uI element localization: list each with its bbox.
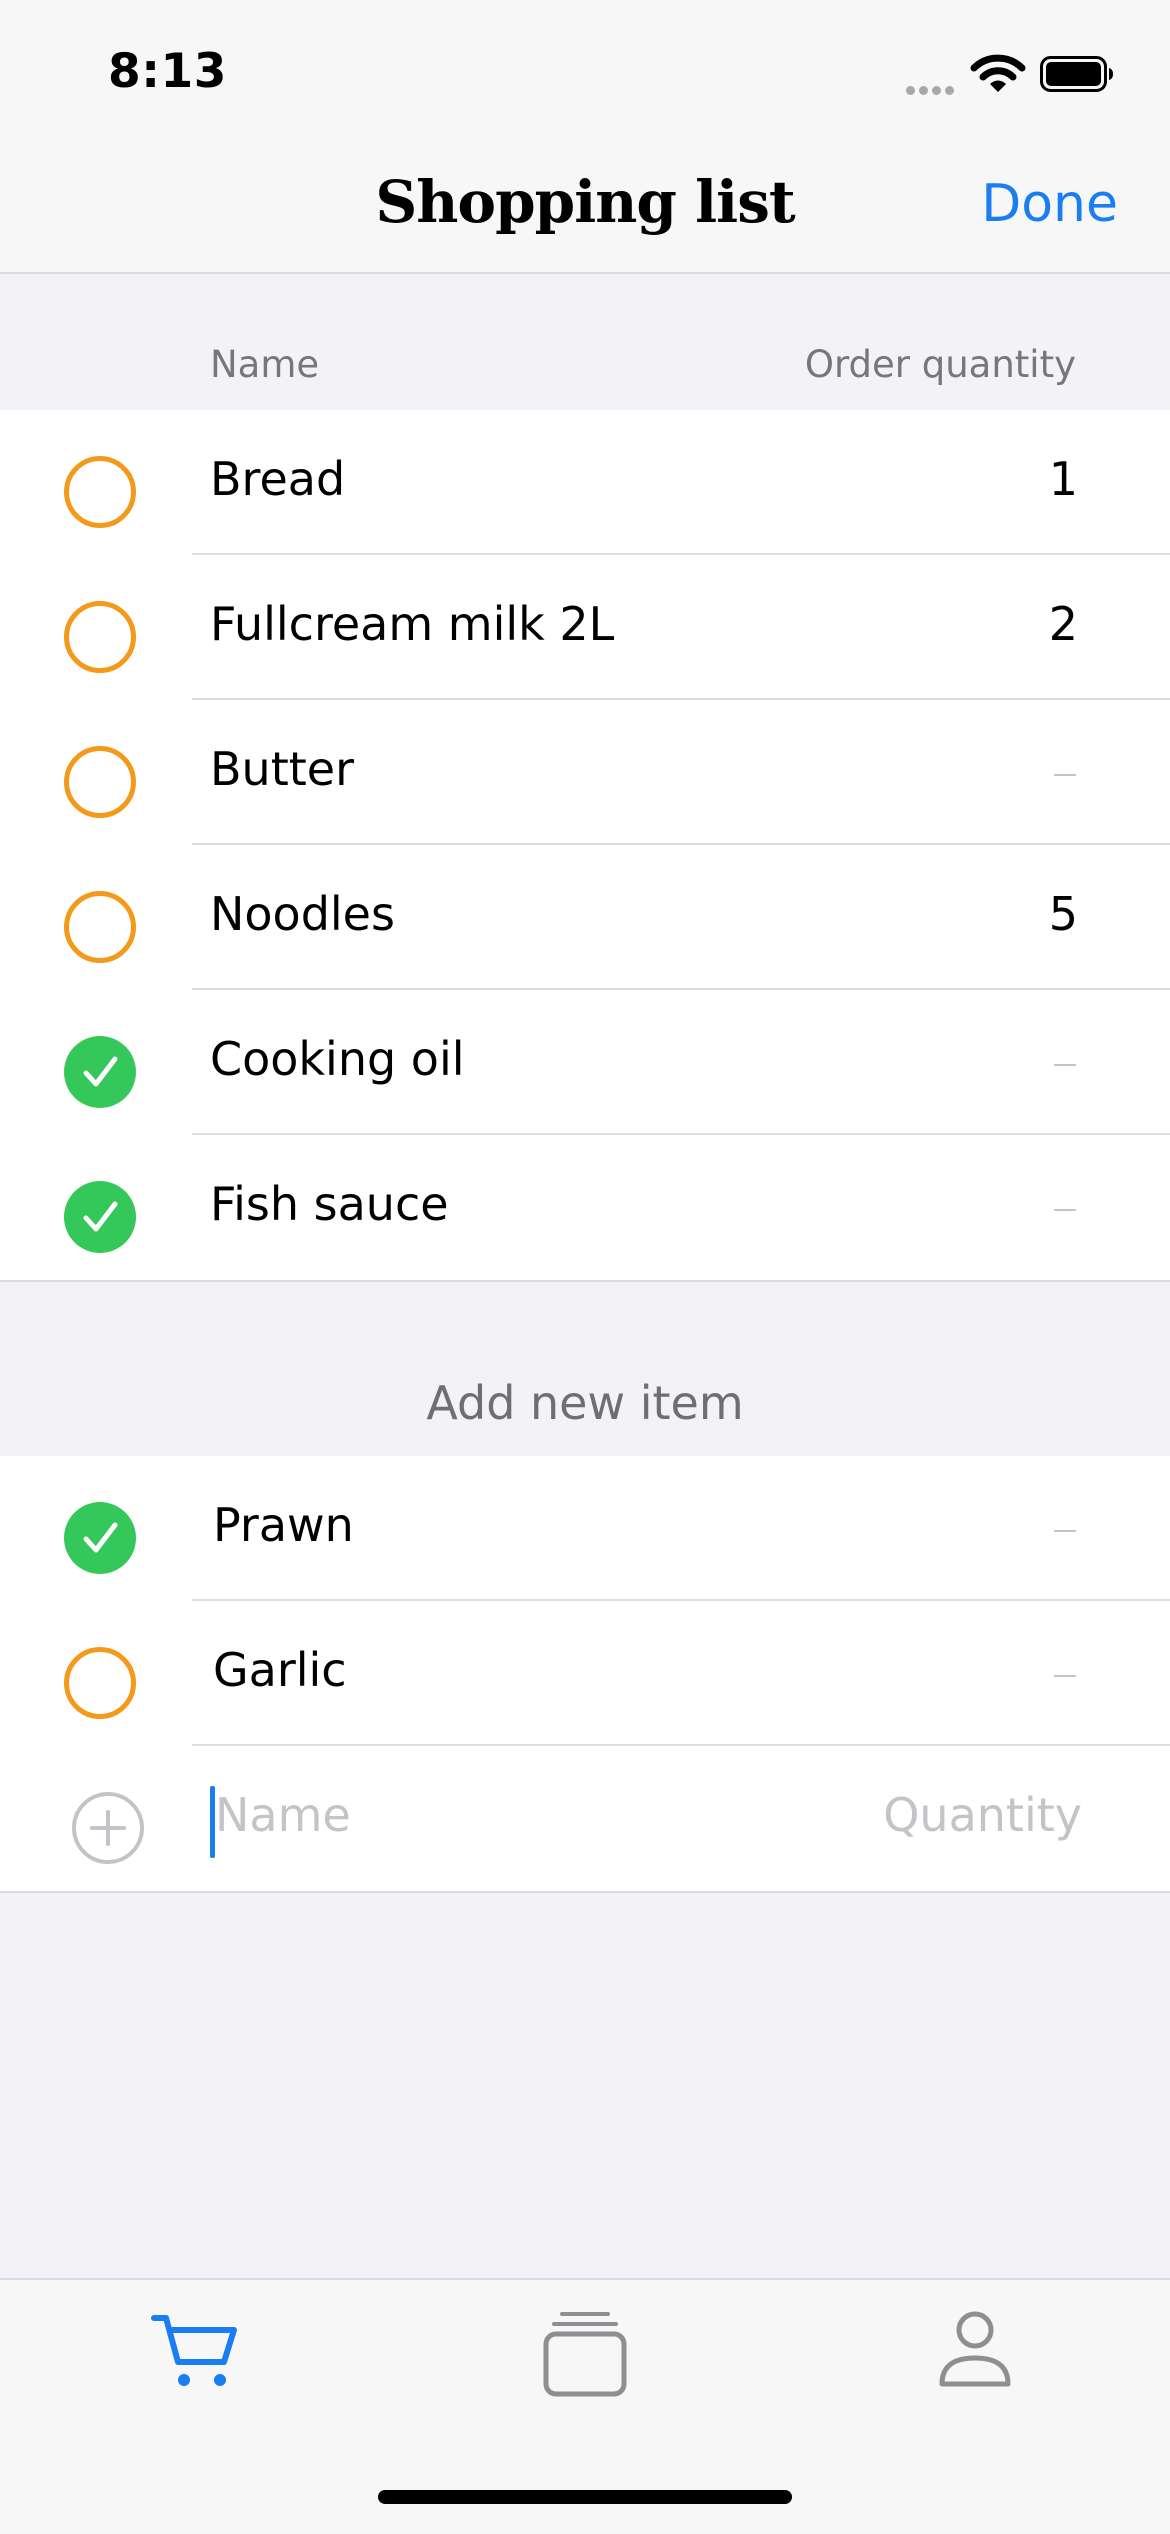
- stack-icon[interactable]: [542, 2310, 628, 2398]
- list-item[interactable]: Garlic: [0, 1601, 1170, 1746]
- list-item[interactable]: Prawn: [0, 1456, 1170, 1601]
- list-item[interactable]: Cooking oil: [0, 990, 1170, 1135]
- list-header: Name Order quantity: [0, 274, 1170, 412]
- checkmark-circle-icon[interactable]: [64, 1502, 136, 1574]
- person-icon[interactable]: [938, 2310, 1012, 2388]
- empty-quantity-placeholder: [1054, 1530, 1076, 1532]
- unchecked-circle-icon[interactable]: [64, 746, 136, 818]
- wifi-icon: [970, 54, 1026, 92]
- add-item-list: Prawn Garlic Name Quantity: [0, 1456, 1170, 1893]
- item-quantity: 5: [1048, 887, 1078, 941]
- item-name: Bread: [210, 452, 346, 506]
- add-section-header: Add new item: [0, 1282, 1170, 1458]
- list-item[interactable]: Butter: [0, 700, 1170, 845]
- empty-quantity-placeholder: [1054, 1064, 1076, 1066]
- done-button[interactable]: Done: [981, 174, 1118, 234]
- item-quantity: 2: [1048, 597, 1078, 651]
- item-name: Fish sauce: [210, 1177, 449, 1231]
- item-quantity: 1: [1048, 452, 1078, 506]
- new-item-name-input[interactable]: Name: [215, 1788, 351, 1842]
- unchecked-circle-icon[interactable]: [64, 891, 136, 963]
- quantity-column-header: Order quantity: [804, 343, 1076, 386]
- battery-icon: [1040, 56, 1113, 92]
- item-name: Cooking oil: [210, 1032, 465, 1086]
- plus-circle-icon[interactable]: [70, 1790, 146, 1866]
- list-item[interactable]: Fullcream milk 2L 2: [0, 555, 1170, 700]
- status-bar: 8:13: [0, 0, 1170, 140]
- name-column-header: Name: [210, 343, 320, 386]
- list-item[interactable]: Bread 1: [0, 410, 1170, 555]
- item-name: Noodles: [210, 887, 395, 941]
- status-time: 8:13: [108, 44, 227, 99]
- unchecked-circle-icon[interactable]: [64, 456, 136, 528]
- cart-icon[interactable]: [150, 2310, 242, 2392]
- item-name: Butter: [210, 742, 354, 796]
- empty-quantity-placeholder: [1054, 1209, 1076, 1211]
- home-indicator: [378, 2490, 792, 2504]
- empty-quantity-placeholder: [1054, 774, 1076, 776]
- unchecked-circle-icon[interactable]: [64, 1647, 136, 1719]
- empty-quantity-placeholder: [1054, 1675, 1076, 1677]
- unchecked-circle-icon[interactable]: [64, 601, 136, 673]
- shopping-list: Bread 1 Fullcream milk 2L 2 Butter Noodl…: [0, 410, 1170, 1282]
- list-item[interactable]: Noodles 5: [0, 845, 1170, 990]
- item-name: Fullcream milk 2L: [210, 597, 615, 651]
- navigation-bar: Shopping list Done: [0, 140, 1170, 274]
- list-item[interactable]: Fish sauce: [0, 1135, 1170, 1280]
- cellular-signal-icon: [906, 80, 958, 99]
- checkmark-circle-icon[interactable]: [64, 1036, 136, 1108]
- new-item-row: Name Quantity: [0, 1746, 1170, 1891]
- add-section-title: Add new item: [426, 1376, 744, 1430]
- item-name: Garlic: [213, 1643, 347, 1697]
- new-item-quantity-input[interactable]: Quantity: [883, 1788, 1082, 1842]
- checkmark-circle-icon[interactable]: [64, 1181, 136, 1253]
- item-name: Prawn: [213, 1498, 354, 1552]
